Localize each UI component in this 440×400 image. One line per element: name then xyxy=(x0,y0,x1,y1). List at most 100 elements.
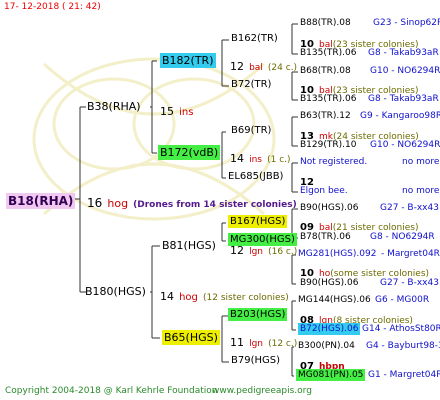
mating-word: hog xyxy=(179,292,198,303)
gen4-code: G27 - B-xx43 xyxy=(380,278,439,288)
report-date: 17- 12-2018 ( 21: 42) xyxy=(4,2,101,12)
gen4-code: - Margret04R xyxy=(381,249,440,259)
gen4-code: G14 - AthosSt80R xyxy=(362,324,440,334)
gen4-row[interactable]: B90(HGS).06 xyxy=(300,204,358,213)
gen3-mating-b167: 09 bal(21 sister colonies) xyxy=(300,217,418,233)
root-queen-node[interactable]: B18(RHA) xyxy=(6,192,76,209)
gen4-code: G10 - NO6294R xyxy=(370,66,440,76)
mating-note: (12 sister colonies) xyxy=(203,293,289,303)
mating-number: 12 xyxy=(230,60,244,73)
mating-number: 11 xyxy=(230,336,244,349)
gen2-mating-b65: 11 lgn (12 c.) xyxy=(230,333,297,349)
queen-name: B203(HGS) xyxy=(228,308,288,321)
gen3-queen-b69[interactable]: B69(TR) xyxy=(231,126,271,136)
gen1-queen-b180[interactable]: B180(HGS) xyxy=(85,286,146,297)
mating-word: lgn xyxy=(249,339,264,349)
gen4-queen-name: B72(HGS).06 xyxy=(298,323,361,335)
gen2-mating-b172: 14 ins (1 c.) xyxy=(230,149,291,165)
gen4-row[interactable]: B78(TR).06 xyxy=(300,233,351,242)
mating-word: ins xyxy=(179,107,194,118)
queen-name: B167(HGS) xyxy=(228,215,288,228)
gen4-row[interactable]: MG144(HGS).06 xyxy=(298,296,371,305)
gen4-queen-name: MG081(PN).05 xyxy=(296,369,366,381)
gen2-queen-b182[interactable]: B182(TR) xyxy=(160,53,216,68)
root-queen-name: B18(RHA) xyxy=(6,193,76,209)
gen4-row[interactable]: B72(HGS).06 xyxy=(298,323,361,335)
gen2-queen-b81[interactable]: B81(HGS) xyxy=(162,240,216,251)
queen-name: B65(HGS) xyxy=(162,330,220,345)
gen4-queen-name: B129(TR).10 xyxy=(300,140,357,150)
gen3-queen-mg300[interactable]: MG300(HGS) xyxy=(228,233,297,246)
mating-number: 14 xyxy=(230,152,244,165)
gen2-queen-b65[interactable]: B65(HGS) xyxy=(162,330,220,345)
gen4-code: G10 - NO6294R xyxy=(370,140,440,150)
mating-number: 15 xyxy=(160,105,174,118)
mating-note: (1 c.) xyxy=(267,155,291,165)
gen4-row[interactable]: B135(TR).06 xyxy=(300,49,356,58)
gen4-row[interactable]: B90(HGS).06 xyxy=(300,279,358,288)
gen4-row[interactable]: B135(TR).06 xyxy=(300,95,356,104)
gen4-code: G1 - Margret04R xyxy=(368,370,440,380)
root-drones-note: (Drones from 14 sister colonies) xyxy=(133,200,297,210)
mating-word: ins xyxy=(249,155,262,165)
gen1-mating-b180: 14 hog (12 sister colonies) xyxy=(160,287,289,303)
mating-word: bal xyxy=(249,63,263,73)
gen4-queen-name: B88(TR).08 xyxy=(300,18,351,28)
gen4-queen-name: B78(TR).06 xyxy=(300,232,351,242)
gen4-queen-name: MG281(HGS).092 xyxy=(298,249,377,259)
mating-word: lgn xyxy=(249,247,264,257)
root-mating-word: hog xyxy=(107,197,129,210)
footer-copyright: Copyright 2004-2018 @ Karl Kehrle Founda… xyxy=(5,386,218,396)
gen1-queen-b38[interactable]: B38(RHA) xyxy=(87,101,141,112)
footer-website-link[interactable]: www.pedigreeapis.org xyxy=(212,387,312,396)
gen4-row[interactable]: B68(TR).08 xyxy=(300,67,351,76)
gen4-queen-name: B135(TR).06 xyxy=(300,48,357,58)
gen2-mating-b182: 12 bal (24 c.) xyxy=(230,57,297,73)
gen4-code: G8 - NO6294R xyxy=(370,232,435,242)
gen3-mating-mg300: 10 ho(some sister colonies) xyxy=(300,263,429,279)
gen4-row[interactable]: B63(TR).12 xyxy=(300,112,351,121)
gen4-queen-name: Not registered. xyxy=(300,157,368,167)
gen4-queen-name: B63(TR).12 xyxy=(300,111,351,121)
gen3-queen-b79[interactable]: B79(HGS) xyxy=(231,356,280,366)
gen4-queen-name: B68(TR).08 xyxy=(300,66,351,76)
gen4-queen-name: B135(TR).06 xyxy=(300,94,357,104)
gen4-code: G8 - Takab93aR xyxy=(368,94,439,104)
gen4-queen-name: B90(HGS).06 xyxy=(300,203,359,213)
pedigree-tree: 17- 12-2018 ( 21: 42) B18(RHA) 16 hog (D… xyxy=(0,0,440,400)
mating-number: 14 xyxy=(160,290,174,303)
mating-note: (24 c.) xyxy=(267,63,298,73)
gen2-queen-b172[interactable]: B172(vdB) xyxy=(158,145,221,160)
gen3-queen-b167[interactable]: B167(HGS) xyxy=(228,215,288,228)
queen-name: MG300(HGS) xyxy=(228,233,297,246)
root-mating-info: 16 hog (Drones from 14 sister colonies) xyxy=(87,194,297,210)
gen4-queen-name: B90(HGS).06 xyxy=(300,278,359,288)
gen4-queen-name: MG144(HGS).06 xyxy=(298,295,371,305)
root-mating-number: 16 xyxy=(87,196,103,210)
gen4-code: G27 - B-xx43 xyxy=(380,203,439,213)
gen4-row[interactable]: B300(PN).04 xyxy=(298,342,355,351)
gen4-code: no more xyxy=(402,186,440,196)
gen4-row[interactable]: B88(TR).08 xyxy=(300,19,351,28)
queen-name: B182(TR) xyxy=(160,53,216,68)
gen3-queen-el685[interactable]: EL685(JBB) xyxy=(228,172,283,182)
queen-name: B172(vdB) xyxy=(158,145,221,160)
gen4-code: G4 - Bayburt98-3 xyxy=(366,341,440,351)
gen1-mating-b38: 15 ins xyxy=(160,102,193,118)
gen4-code: G6 - MG00R xyxy=(375,295,430,305)
gen4-code: G8 - Takab93aR xyxy=(368,48,439,58)
gen4-row[interactable]: Not registered. xyxy=(300,158,367,167)
gen3-queen-b162[interactable]: B162(TR) xyxy=(231,34,278,44)
gen3-queen-b203[interactable]: B203(HGS) xyxy=(228,308,288,321)
gen3-queen-b72[interactable]: B72(TR) xyxy=(231,80,271,90)
gen4-code: no more xyxy=(402,157,440,167)
gen4-row[interactable]: MG281(HGS).092 xyxy=(298,250,376,259)
gen4-row[interactable]: MG081(PN).05 xyxy=(296,369,366,381)
gen4-queen-name: B300(PN).04 xyxy=(298,341,355,351)
mating-note: (12 c.) xyxy=(268,339,298,349)
gen4-row[interactable]: B129(TR).10 xyxy=(300,141,356,150)
gen4-row[interactable]: Elgon bee. xyxy=(300,187,348,196)
gen4-queen-name: Elgon bee. xyxy=(300,186,348,196)
gen4-code: G9 - Kangaroo98R xyxy=(360,111,440,121)
mating-note: (16 c.) xyxy=(268,247,298,257)
